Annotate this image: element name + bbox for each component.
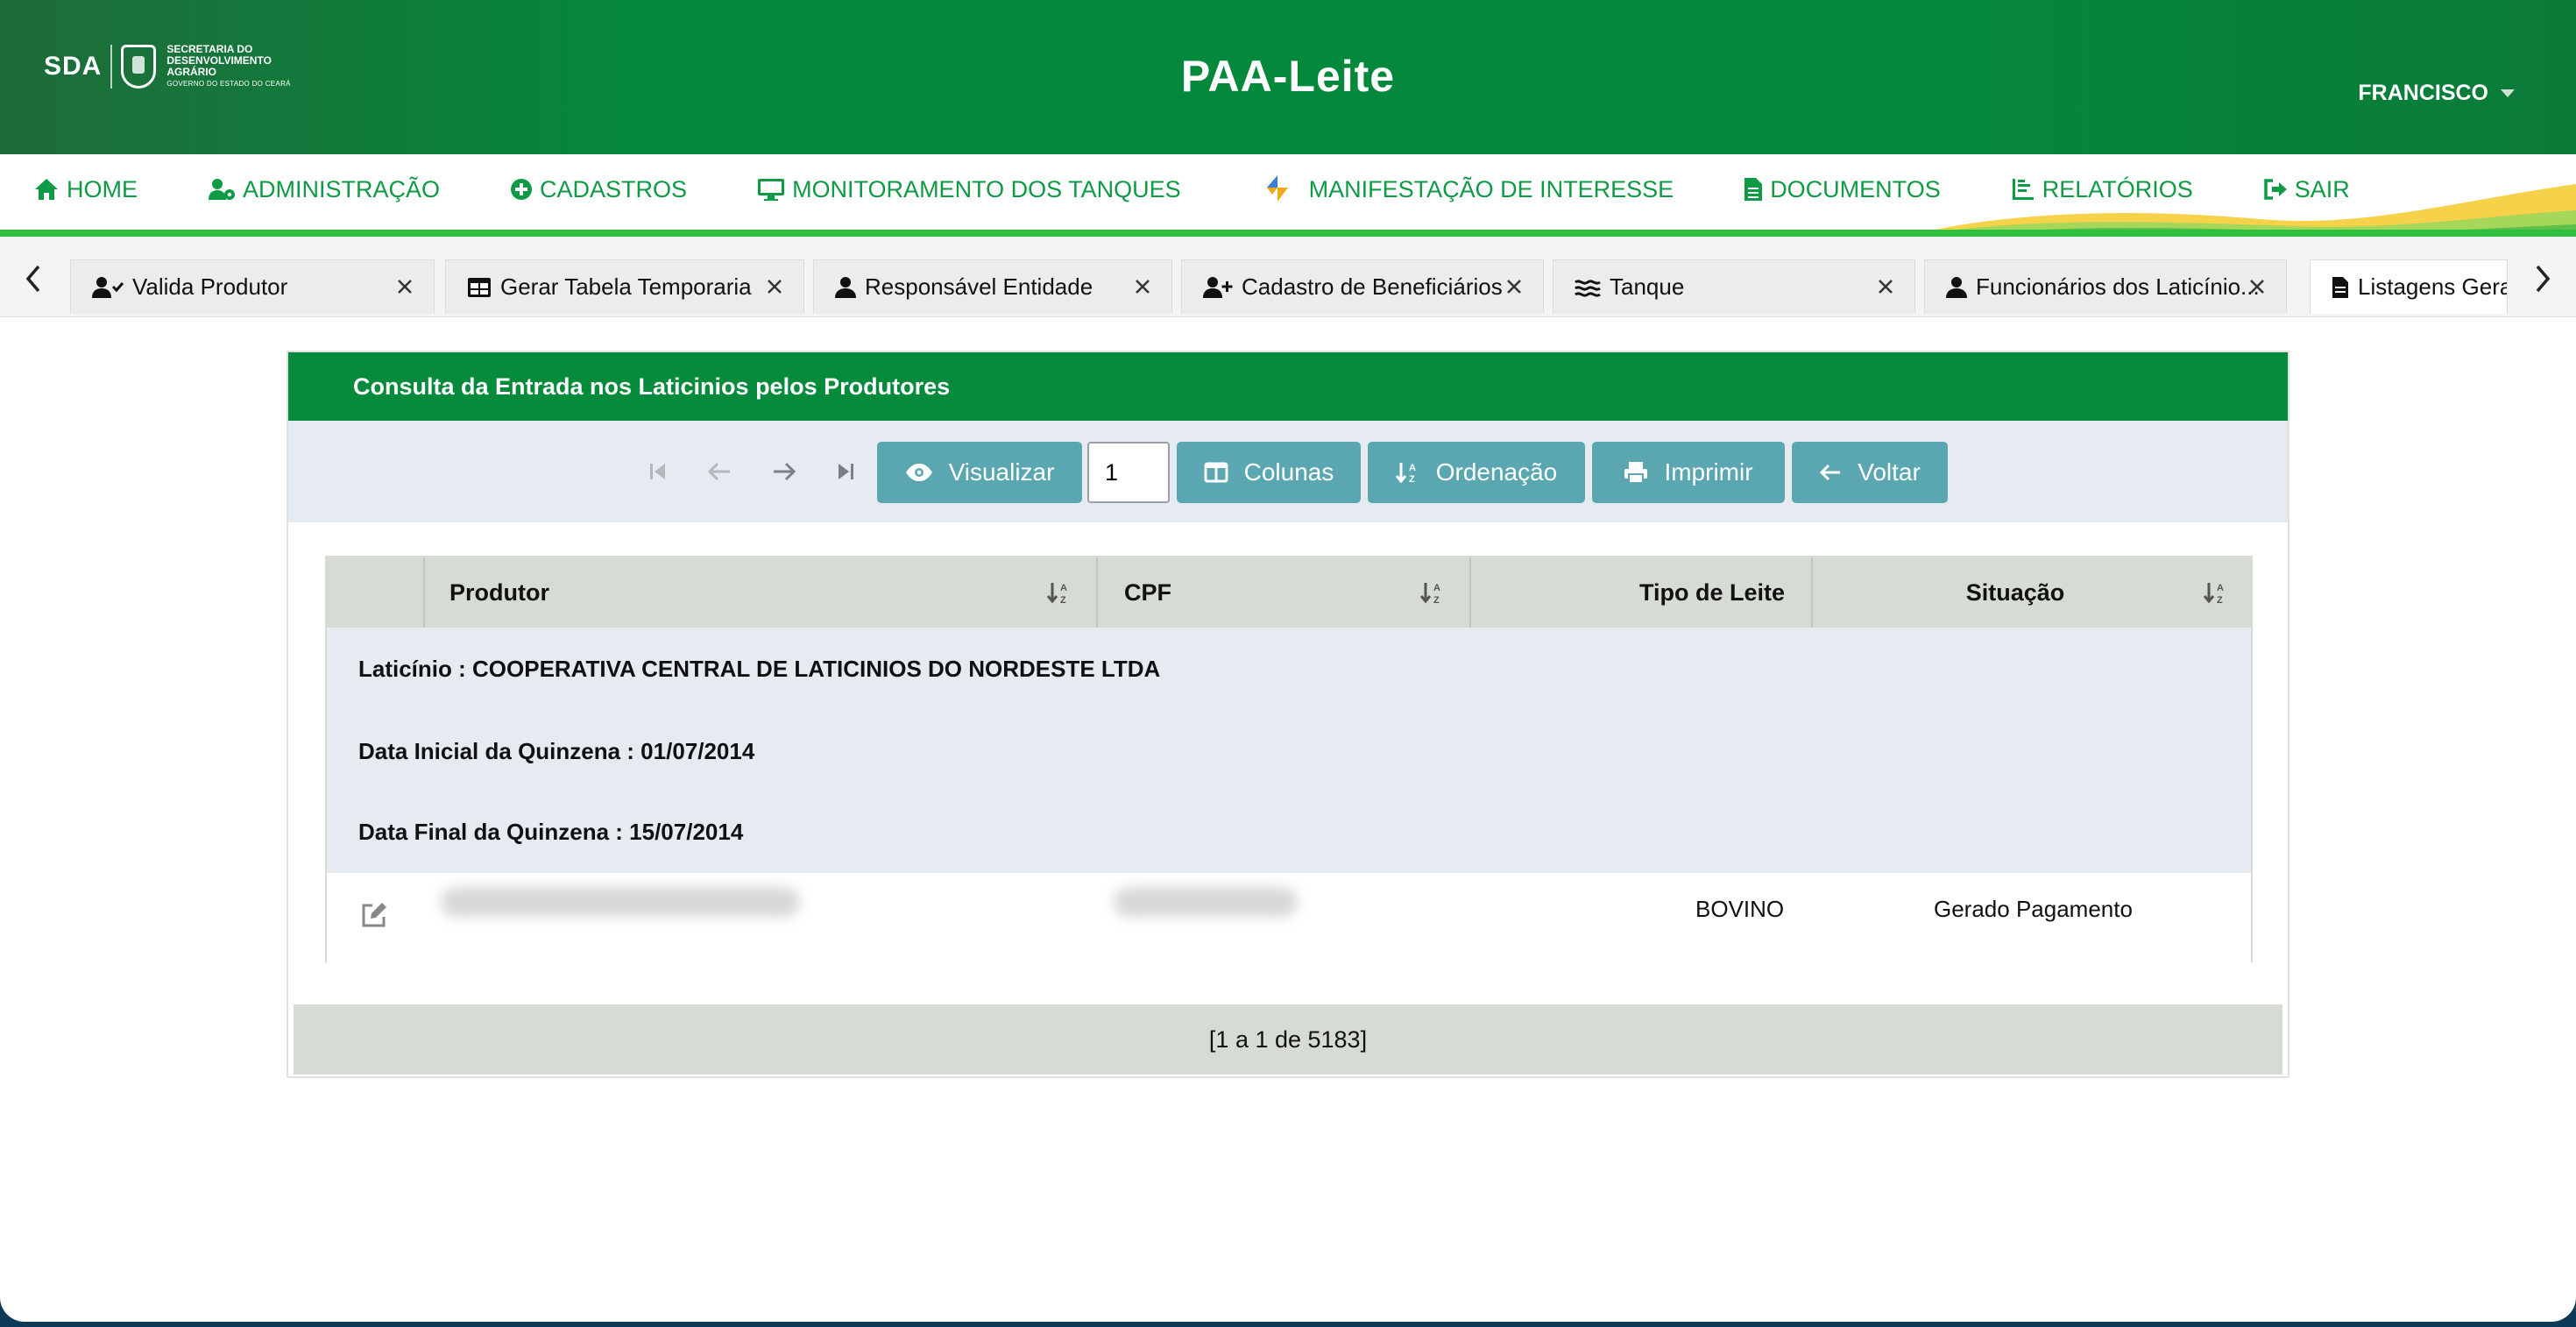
sort-icon: AZ [1047,583,1067,605]
menu-item-manifestacao[interactable]: MANIFESTAÇÃO DE INTERESSE [1260,172,1674,207]
close-icon[interactable] [1506,274,1531,299]
previous-page-button[interactable] [702,454,737,489]
group-laticinio: Laticínio : COOPERATIVA CENTRAL DE LATIC… [358,656,1161,682]
arrow-left-icon [707,462,730,481]
user-menu[interactable]: FRANCISCO [2358,81,2515,106]
report-grid: Produtor AZ CPF AZ Tipo de Leite Situaçã… [325,556,2253,962]
decorative-waves [1910,184,2576,235]
plus-circle-icon [511,179,533,200]
close-icon[interactable] [767,274,791,299]
caret-down-icon [2501,89,2515,97]
pagination-summary: [1 a 1 de 5183] [294,1004,2282,1075]
eye-icon [905,464,932,481]
voltar-button[interactable]: Voltar [1792,442,1948,503]
cell-tipo-leite: BOVINO [1695,896,1785,922]
main-menu: HOME ADMINISTRAÇÃO CADASTROS MONITORAMEN… [0,154,2576,235]
header-banner: SDA SECRETARIA DO DESENVOLVIMENTO AGRÁRI… [0,0,2576,154]
cell-situacao: Gerado Pagamento [1934,896,2133,922]
monitor-icon [758,179,785,201]
edit-icon [362,903,386,927]
user-gear-icon [209,179,235,200]
edit-button[interactable] [360,901,388,935]
tab-funcionarios-laticinios[interactable]: Funcionários dos Laticínio... [1924,259,2287,314]
visualizar-button[interactable]: Visualizar [877,442,1082,503]
tab-responsavel-entidade[interactable]: Responsável Entidade [813,259,1172,314]
redacted-produtor [441,887,800,917]
group-data-final: Data Final da Quinzena : 15/07/2014 [358,819,744,845]
column-header-cpf[interactable]: CPF AZ [1096,557,1469,628]
group-data-inicial: Data Inicial da Quinzena : 01/07/2014 [358,738,755,764]
first-page-button[interactable] [640,454,676,489]
user-plus-icon [1203,276,1233,298]
app-window: SDA SECRETARIA DO DESENVOLVIMENTO AGRÁRI… [0,0,2576,1322]
tab-cadastro-beneficiarios[interactable]: Cadastro de Beneficiários [1181,259,1544,314]
user-icon [1946,276,1967,298]
menu-item-home[interactable]: HOME [33,172,138,207]
menu-item-monitoramento[interactable]: MONITORAMENTO DOS TANQUES [757,172,1181,207]
svg-text:Z: Z [1433,595,1440,605]
redacted-cpf [1114,887,1298,917]
printer-icon [1624,462,1648,484]
page-number-input[interactable] [1087,442,1170,503]
report-panel: Consulta da Entrada nos Laticinios pelos… [287,351,2289,1078]
file-icon [2332,276,2348,298]
tab-valida-produtor[interactable]: Valida Produtor [70,259,435,314]
close-icon[interactable] [1878,274,1902,299]
user-icon [835,276,856,298]
next-page-button[interactable] [767,454,802,489]
tabs-scroll-left[interactable] [16,261,51,296]
water-icon [1575,279,1601,297]
group-header: Laticínio : COOPERATIVA CENTRAL DE LATIC… [327,628,2251,873]
chevron-right-icon [2536,265,2551,293]
tab-tanque[interactable]: Tanque [1553,259,1915,314]
last-page-icon [839,464,853,479]
svg-text:A: A [1060,583,1067,593]
svg-text:Z: Z [1060,595,1066,605]
svg-text:Z: Z [1409,474,1415,484]
imprimir-button[interactable]: Imprimir [1592,442,1785,503]
tab-bar: Valida Produtor Gerar Tabela Temporaria … [0,237,2576,317]
svg-text:A: A [1409,463,1416,473]
sort-icon: AZ [1420,583,1440,605]
svg-text:A: A [2217,583,2224,593]
arrow-left-icon [1820,464,1841,481]
arrow-right-icon [774,462,796,481]
sort-icon: AZ [2204,583,2224,605]
document-icon [1744,178,1763,201]
report-toolbar: Visualizar Colunas AZ Ordenação Imprimir… [288,421,2288,522]
svg-text:Z: Z [2217,595,2223,605]
panel-title: Consulta da Entrada nos Laticinios pelos… [288,352,2288,421]
table-icon [468,277,491,297]
first-page-icon [650,464,665,479]
colunas-button[interactable]: Colunas [1177,442,1361,503]
column-header-produtor[interactable]: Produtor AZ [423,557,1096,628]
table-header: Produtor AZ CPF AZ Tipo de Leite Situaçã… [327,557,2251,628]
menu-item-cadastros[interactable]: CADASTROS [510,172,687,207]
app-title: PAA-Leite [1180,52,1396,101]
tab-listagens-gerais[interactable]: Listagens Gera [2310,259,2508,314]
chevron-left-icon [25,265,40,293]
tabs-scroll-right[interactable] [2525,261,2560,296]
close-icon[interactable] [397,274,421,299]
svg-text:A: A [1433,583,1440,593]
table-row: BOVINO Gerado Pagamento [327,873,2251,962]
user-name: FRANCISCO [2358,81,2488,105]
menu-item-administracao[interactable]: ADMINISTRAÇÃO [208,172,440,207]
code-brand-icon [1266,175,1288,202]
tab-gerar-tabela[interactable]: Gerar Tabela Temporaria [445,259,804,314]
sort-alpha-icon: AZ [1395,463,1416,484]
column-header-tipo-leite: Tipo de Leite [1469,557,1811,628]
close-icon[interactable] [1135,274,1159,299]
close-icon[interactable] [2249,274,2274,299]
columns-icon [1204,462,1228,483]
last-page-button[interactable] [828,454,863,489]
column-header-situacao[interactable]: Situação AZ [1811,557,2253,628]
user-check-icon [92,276,124,298]
ordenacao-button[interactable]: AZ Ordenação [1368,442,1585,503]
home-icon [35,179,58,200]
